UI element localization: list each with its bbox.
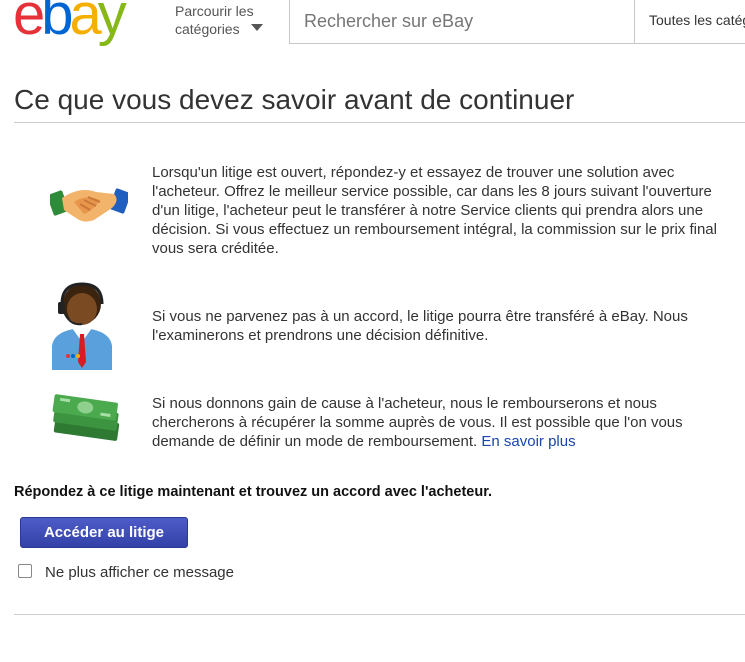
category-select[interactable]: Toutes les catégories <box>634 0 745 44</box>
hide-message-checkbox[interactable] <box>18 564 32 578</box>
money-stack-icon <box>50 391 128 448</box>
browse-label-line1: Parcourir les <box>175 3 254 19</box>
info-text-escalation: Si vous ne parvenez pas à un accord, le … <box>152 308 688 344</box>
logo-letter: y <box>97 0 127 47</box>
logo-letter: e <box>13 0 45 47</box>
page-title: Ce que vous devez savoir avant de contin… <box>14 84 575 115</box>
respond-prompt: Répondez à ce litige maintenant et trouv… <box>14 484 493 500</box>
support-agent-icon <box>48 282 116 377</box>
info-text-refund-body: Si nous donnons gain de cause à l'achete… <box>152 395 683 450</box>
search-input[interactable] <box>302 0 636 42</box>
info-text-dispute-open: Lorsqu'un litige est ouvert, répondez-y … <box>152 164 717 257</box>
bottom-divider <box>14 614 745 615</box>
browse-categories-button[interactable]: Parcourir les catégories <box>175 2 263 38</box>
handshake-icon <box>47 180 131 231</box>
chevron-down-icon <box>251 24 263 31</box>
hide-message-label[interactable]: Ne plus afficher ce message <box>45 564 234 581</box>
logo-letter: b <box>41 0 73 47</box>
logo-letter: a <box>69 0 102 47</box>
header: ebay Parcourir les catégories Toutes les… <box>0 0 745 46</box>
learn-more-link[interactable]: En savoir plus <box>481 433 575 450</box>
go-to-dispute-button[interactable]: Accéder au litige <box>20 517 188 548</box>
search-box <box>289 0 636 44</box>
ebay-logo[interactable]: ebay <box>13 0 127 47</box>
info-text-refund: Si nous donnons gain de cause à l'achete… <box>152 394 722 451</box>
title-divider <box>14 122 745 123</box>
browse-label-line2: catégories <box>175 21 240 37</box>
